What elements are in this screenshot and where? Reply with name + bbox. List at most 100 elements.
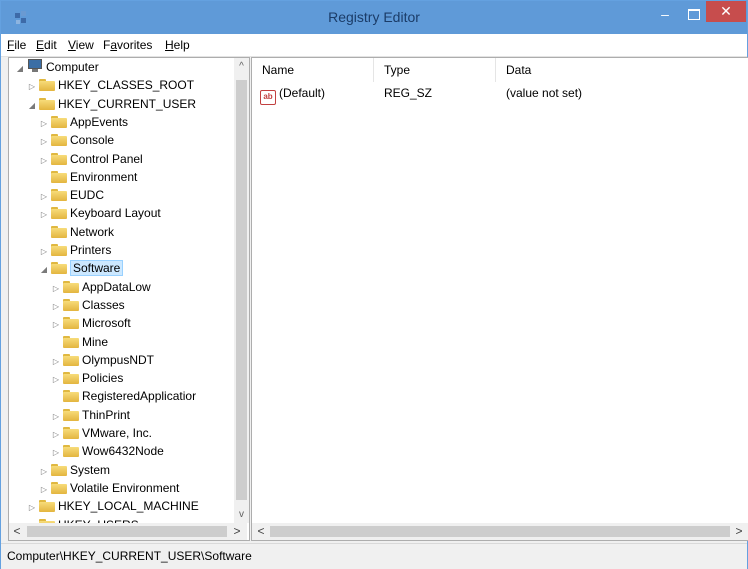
tree-node[interactable]: Environment xyxy=(39,168,137,186)
list-scroll-left-icon[interactable]: < xyxy=(255,523,267,540)
scroll-up-icon[interactable]: ^ xyxy=(234,58,249,75)
collapse-arrow-icon[interactable]: ◢ xyxy=(27,97,37,115)
menu-file[interactable]: File xyxy=(7,38,26,52)
expand-arrow-icon[interactable]: ▷ xyxy=(39,188,49,206)
expand-arrow-icon[interactable]: ▷ xyxy=(27,499,37,517)
folder-icon xyxy=(63,353,79,366)
scroll-right-icon[interactable]: > xyxy=(231,523,243,540)
tree-node-label: System xyxy=(70,462,111,477)
tree-node[interactable]: Network xyxy=(39,223,114,241)
tree-node-label: Mine xyxy=(82,334,109,349)
registry-editor-window: Registry Editor – ✕ File Edit View Favor… xyxy=(0,0,748,569)
tree-node[interactable]: ▷ EUDC xyxy=(39,186,104,204)
values-list[interactable]: Name Type Data ab (Default) REG_SZ (value… xyxy=(251,57,748,541)
tree-node-label: AppEvents xyxy=(70,114,129,129)
expand-arrow-icon[interactable]: ▷ xyxy=(51,353,61,371)
expand-arrow-icon[interactable]: ▷ xyxy=(39,133,49,151)
tree-node[interactable]: ▷ Keyboard Layout xyxy=(39,204,161,222)
tree-node[interactable]: ▷ AppDataLow xyxy=(51,278,151,296)
menu-bar: File Edit View Favorites Help xyxy=(1,34,747,57)
column-header-type[interactable]: Type xyxy=(374,58,496,82)
expand-arrow-icon[interactable]: ▷ xyxy=(51,316,61,334)
folder-icon xyxy=(63,317,79,330)
column-header-data[interactable]: Data xyxy=(496,58,748,82)
tree-node[interactable]: ◢ Software xyxy=(39,259,124,279)
tree-node[interactable]: ▷ Classes xyxy=(51,296,125,314)
tree-node-label: Policies xyxy=(82,371,124,386)
expand-arrow-icon[interactable]: ▷ xyxy=(51,426,61,444)
close-button[interactable]: ✕ xyxy=(706,1,746,22)
tree-scroll-thumb[interactable] xyxy=(236,80,247,500)
tree-node[interactable]: ▷ HKEY_LOCAL_MACHINE xyxy=(27,497,199,515)
tree-node[interactable]: ▷ Volatile Environment xyxy=(39,479,179,497)
value-row-type: REG_SZ xyxy=(384,86,433,100)
expand-arrow-icon[interactable]: ▷ xyxy=(39,463,49,481)
expand-arrow-icon[interactable]: ▷ xyxy=(39,243,49,261)
expand-arrow-icon[interactable]: ▷ xyxy=(51,280,61,298)
tree-node[interactable]: ▷ System xyxy=(39,461,110,479)
tree-hscroll-thumb[interactable] xyxy=(27,526,227,537)
expand-arrow-icon[interactable]: ▷ xyxy=(51,444,61,462)
menu-edit[interactable]: Edit xyxy=(36,38,57,52)
expand-arrow-icon[interactable]: ▷ xyxy=(51,408,61,426)
tree-node-label: Classes xyxy=(82,297,125,312)
tree-node[interactable]: ▷ AppEvents xyxy=(39,113,128,131)
tree-node-label: Keyboard Layout xyxy=(70,206,161,221)
tree-node[interactable]: ◢ Computer xyxy=(15,58,99,76)
folder-icon xyxy=(39,500,55,513)
scroll-left-icon[interactable]: < xyxy=(11,523,23,540)
minimize-button[interactable]: – xyxy=(652,5,678,23)
maximize-button[interactable] xyxy=(680,5,706,23)
list-scroll-right-icon[interactable]: > xyxy=(733,523,745,540)
tree-node[interactable]: ▷ OlympusNDT xyxy=(51,351,154,369)
folder-icon xyxy=(51,225,67,238)
list-scroll-thumb[interactable] xyxy=(270,526,730,537)
folder-icon xyxy=(51,262,67,275)
folder-icon xyxy=(63,280,79,293)
expand-arrow-icon[interactable]: ▷ xyxy=(39,115,49,133)
string-value-icon: ab xyxy=(260,90,276,105)
folder-icon xyxy=(63,408,79,421)
tree-node[interactable]: ▷ Policies xyxy=(51,369,123,387)
tree-node[interactable]: ▷ Microsoft xyxy=(51,314,131,332)
menu-view[interactable]: View xyxy=(68,38,94,52)
tree-node[interactable]: RegisteredApplicatior xyxy=(51,387,196,405)
list-horizontal-scrollbar[interactable]: < > xyxy=(252,523,748,540)
column-header-name[interactable]: Name xyxy=(252,58,374,82)
tree-node[interactable]: ▷ Wow6432Node xyxy=(51,442,164,460)
folder-icon xyxy=(63,445,79,458)
tree-node[interactable]: Mine xyxy=(51,333,108,351)
tree-node[interactable]: ▷ Printers xyxy=(39,241,111,259)
tree-node[interactable]: ▷ VMware, Inc. xyxy=(51,424,152,442)
collapse-arrow-icon[interactable]: ◢ xyxy=(15,60,25,78)
expand-arrow-icon[interactable]: ▷ xyxy=(27,78,37,96)
tree-node-label: AppDataLow xyxy=(82,279,151,294)
tree-node-label: Software xyxy=(70,260,124,277)
tree-node-label: Volatile Environment xyxy=(70,480,180,495)
expand-arrow-icon[interactable]: ▷ xyxy=(51,298,61,316)
menu-favorites[interactable]: Favorites xyxy=(103,38,152,52)
expand-arrow-icon[interactable]: ▷ xyxy=(39,152,49,170)
expand-arrow-icon[interactable]: ▷ xyxy=(51,371,61,389)
tree-node[interactable]: ▷ Control Panel xyxy=(39,150,143,168)
tree-vertical-scrollbar[interactable]: ^ v xyxy=(234,58,249,523)
scroll-down-icon[interactable]: v xyxy=(234,506,249,523)
menu-help[interactable]: Help xyxy=(165,38,190,52)
collapse-arrow-icon[interactable]: ◢ xyxy=(39,261,49,279)
value-row-name[interactable]: ab (Default) xyxy=(260,84,325,105)
folder-icon xyxy=(63,390,79,403)
registry-tree[interactable]: ◢ Computer ▷ HKEY_CLASSES_ROOT ◢ HKEY_CURRENT… xyxy=(8,57,250,541)
tree-node-label: Printers xyxy=(70,243,112,257)
expand-arrow-icon[interactable]: ▷ xyxy=(39,481,49,499)
title-bar[interactable]: Registry Editor – ✕ xyxy=(1,1,747,34)
tree-node[interactable]: ▷ HKEY_CLASSES_ROOT xyxy=(27,76,194,94)
tree-node[interactable]: ▷ Console xyxy=(39,131,114,149)
expand-arrow-icon[interactable]: ▷ xyxy=(39,206,49,224)
tree-horizontal-scrollbar[interactable]: < > xyxy=(9,523,247,540)
tree-node[interactable]: ◢ HKEY_CURRENT_USER xyxy=(27,95,196,113)
folder-icon xyxy=(51,134,67,147)
tree-node-label: Control Panel xyxy=(70,151,143,166)
status-bar: Computer\HKEY_CURRENT_USER\Software xyxy=(1,543,747,569)
folder-icon xyxy=(63,335,79,348)
tree-node[interactable]: ▷ ThinPrint xyxy=(51,406,130,424)
